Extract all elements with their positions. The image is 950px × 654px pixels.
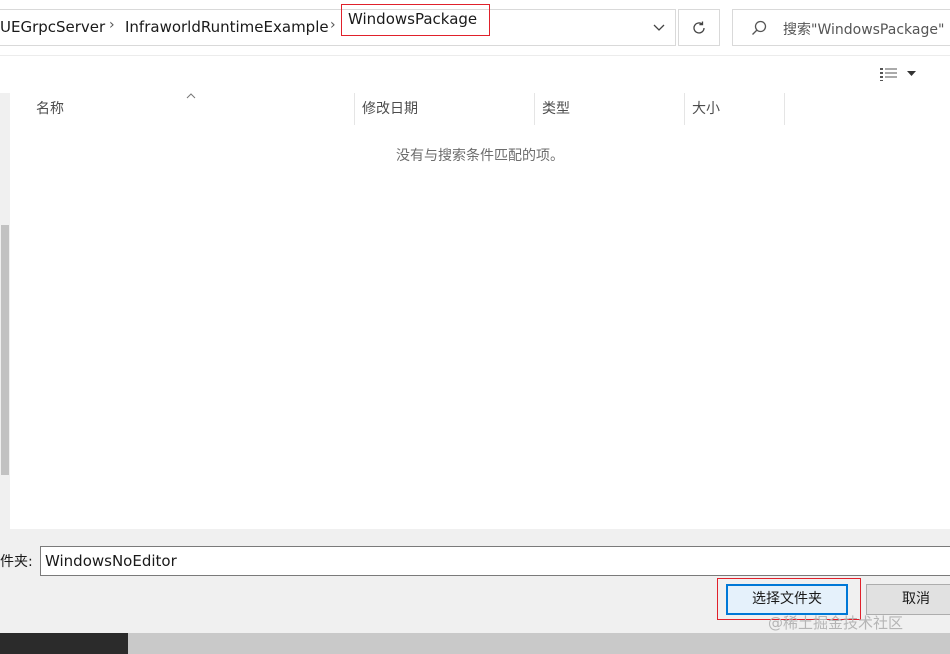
search-input[interactable]: 搜索"WindowsPackage" (783, 19, 944, 39)
watermark: @稀土掘金技术社区 (768, 614, 904, 632)
breadcrumb-current-highlight[interactable]: WindowsPackage (341, 4, 490, 36)
folder-name-input[interactable]: WindowsNoEditor (40, 546, 950, 576)
refresh-icon (693, 21, 705, 34)
breadcrumb-uegrpcserver[interactable]: UEGrpcServer (0, 18, 105, 36)
command-bar (0, 55, 950, 93)
background-window-panel (128, 633, 950, 654)
column-header-type[interactable]: 类型 (534, 93, 684, 125)
column-header-row: 名称 修改日期 类型 大小 (10, 93, 950, 125)
view-options-button[interactable] (879, 63, 927, 85)
breadcrumb-chevron-icon[interactable]: › (109, 17, 115, 33)
scrollbar-thumb[interactable] (1, 225, 9, 475)
folder-field-label: 件夹: (0, 554, 33, 570)
cancel-button[interactable]: 取消 (866, 584, 950, 615)
empty-state-message: 没有与搜索条件匹配的项。 (396, 148, 564, 164)
select-folder-button[interactable]: 选择文件夹 (726, 584, 848, 615)
column-header-size[interactable]: 大小 (684, 93, 784, 125)
breadcrumb-windowspackage[interactable]: WindowsPackage (348, 10, 477, 28)
details-view-icon (880, 68, 897, 81)
address-bar[interactable]: UEGrpcServer › InfraworldRuntimeExample … (0, 4, 676, 46)
breadcrumb-infraworld[interactable]: InfraworldRuntimeExample (125, 18, 329, 36)
refresh-button[interactable] (678, 9, 720, 46)
caret-down-icon (907, 71, 916, 76)
chevron-down-icon (653, 24, 665, 31)
sort-ascending-icon (186, 93, 196, 99)
search-icon (752, 20, 767, 35)
breadcrumb-chevron-icon[interactable]: › (330, 17, 336, 33)
search-box[interactable]: 搜索"WindowsPackage" (732, 9, 950, 46)
column-header-modified[interactable]: 修改日期 (354, 93, 534, 125)
address-history-button[interactable] (643, 10, 675, 45)
column-divider[interactable] (784, 93, 785, 125)
